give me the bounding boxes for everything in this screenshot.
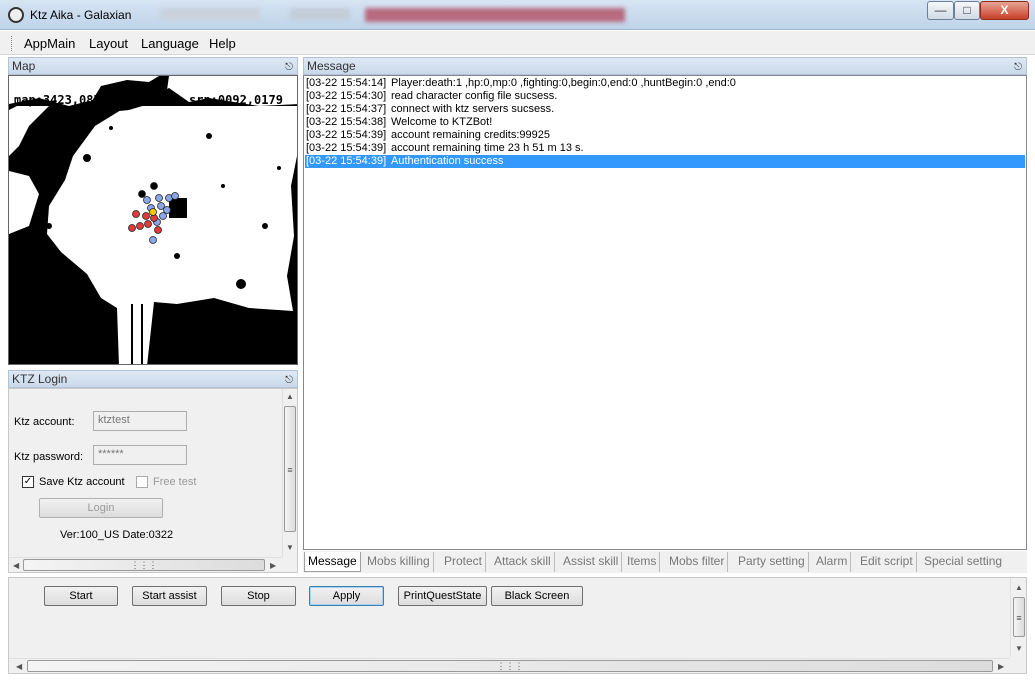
map-entity-marker — [149, 208, 157, 216]
password-label: Ktz password: — [14, 451, 84, 463]
list-item[interactable]: [03-22 15:54:14] Player:death:1 ,hp:0,mp:… — [305, 77, 1025, 90]
version-label: Ver:100_US Date:0322 — [60, 529, 174, 541]
menu-grip — [11, 36, 14, 51]
menu-language[interactable]: Language — [141, 36, 199, 51]
apply-button[interactable]: Apply — [309, 586, 384, 606]
map-entity-marker — [132, 210, 140, 218]
map-entity-marker — [154, 226, 162, 234]
bottom-horizontal-scrollbar[interactable]: ◀ ⋮⋮⋮ ▶ — [9, 658, 1010, 673]
pin-icon[interactable]: ⎋ — [1014, 60, 1022, 76]
print-quest-state-button[interactable]: PrintQuestState — [398, 586, 487, 606]
title-bar: Ktz Aika - Galaxian — □ X — [0, 0, 1035, 30]
map-entity-marker — [159, 212, 167, 220]
tab-strip: Message Mobs killing Protect Attack skil… — [303, 551, 1027, 573]
tab-protect[interactable]: Protect — [441, 552, 487, 572]
start-assist-button[interactable]: Start assist — [132, 586, 207, 606]
map-coordinate: map:3423,0879 — [14, 93, 108, 107]
login-panel: Ktz account: ktztest Ktz password: *****… — [8, 388, 298, 573]
scroll-thumb[interactable]: ≡ — [1013, 597, 1025, 637]
scroll-left-arrow-icon[interactable]: ◀ — [16, 662, 22, 671]
pin-icon[interactable]: ⎋ — [285, 373, 293, 389]
redacted-region — [160, 8, 260, 20]
start-button[interactable]: Start — [44, 586, 118, 606]
close-button[interactable]: X — [980, 1, 1029, 20]
login-horizontal-scrollbar[interactable]: ◀ ⋮⋮⋮ ▶ — [9, 557, 282, 572]
tab-party-setting[interactable]: Party setting — [735, 552, 809, 572]
login-vertical-scrollbar[interactable]: ▲ ≡ ▼ — [282, 389, 297, 557]
account-input[interactable]: ktztest — [93, 411, 187, 431]
scroll-left-arrow-icon[interactable]: ◀ — [13, 561, 19, 570]
list-item[interactable]: [03-22 15:54:39] account remaining time 2… — [305, 142, 1025, 155]
menu-appmain[interactable]: AppMain — [24, 36, 75, 51]
screen-coordinate: srn:0092,0179 — [189, 93, 283, 107]
list-item[interactable]: [03-22 15:54:37] connect with ktz servers… — [305, 103, 1025, 116]
tab-special-setting[interactable]: Special setting — [921, 552, 1005, 572]
minimap-canvas — [9, 76, 297, 364]
map-entity-marker — [144, 220, 152, 228]
map-entity-marker — [143, 196, 151, 204]
list-item[interactable]: [03-22 15:54:38] Welcome to KTZBot! — [305, 116, 1025, 129]
login-panel-header: KTZ Login ⎋ — [8, 370, 298, 388]
free-test-label: Free test — [153, 476, 197, 488]
password-input[interactable]: ****** — [93, 445, 187, 465]
scroll-thumb[interactable]: ⋮⋮⋮ — [23, 559, 265, 571]
list-item[interactable]: [03-22 15:54:30] read character config fi… — [305, 90, 1025, 103]
scroll-up-arrow-icon[interactable]: ▲ — [1015, 583, 1023, 592]
message-panel-header: Message ⎋ — [303, 57, 1027, 75]
tab-mobs-killing[interactable]: Mobs killing — [364, 552, 434, 572]
scroll-up-arrow-icon[interactable]: ▲ — [286, 392, 294, 401]
redacted-region — [365, 8, 625, 22]
login-button[interactable]: Login — [39, 498, 163, 518]
tab-attack-skill[interactable]: Attack skill — [491, 552, 555, 572]
map-entity-marker — [171, 192, 179, 200]
pin-icon[interactable]: ⎋ — [285, 60, 293, 76]
stop-button[interactable]: Stop — [221, 586, 296, 606]
map-entity-marker — [138, 190, 146, 198]
map-panel-header: Map ⎋ — [8, 57, 298, 75]
maximize-button[interactable]: □ — [954, 1, 980, 20]
map-entity-marker — [142, 212, 150, 220]
map-entity-marker — [128, 224, 136, 232]
scroll-thumb[interactable]: ≡ — [284, 406, 296, 532]
control-panel: Start Start assist Stop Apply PrintQuest… — [8, 577, 1027, 674]
bottom-vertical-scrollbar[interactable]: ▲ ≡ ▼ — [1010, 578, 1026, 657]
window-title: Ktz Aika - Galaxian — [30, 8, 132, 22]
menu-help[interactable]: Help — [209, 36, 236, 51]
app-icon — [8, 7, 24, 23]
scroll-down-arrow-icon[interactable]: ▼ — [286, 543, 294, 552]
black-screen-button[interactable]: Black Screen — [491, 586, 583, 606]
scroll-right-arrow-icon[interactable]: ▶ — [270, 561, 276, 570]
message-list[interactable]: [03-22 15:54:14] Player:death:1 ,hp:0,mp:… — [303, 75, 1027, 550]
map-panel-title: Map — [12, 59, 36, 73]
map-entity-marker — [149, 236, 157, 244]
redacted-region — [290, 8, 350, 20]
menu-bar: AppMain Layout Language Help — [0, 31, 1035, 55]
list-item[interactable]: [03-22 15:54:39] Authentication success — [305, 155, 1025, 168]
save-account-label: Save Ktz account — [39, 476, 125, 488]
scroll-right-arrow-icon[interactable]: ▶ — [998, 662, 1004, 671]
menu-layout[interactable]: Layout — [89, 36, 128, 51]
scroll-down-arrow-icon[interactable]: ▼ — [1015, 644, 1023, 653]
minimap[interactable] — [8, 75, 298, 365]
scroll-thumb[interactable]: ⋮⋮⋮ — [27, 660, 993, 672]
message-panel-title: Message — [307, 59, 356, 73]
save-account-checkbox[interactable]: ✓ — [22, 476, 34, 488]
tab-mobs-filter[interactable]: Mobs filter — [666, 552, 729, 572]
minimize-button[interactable]: — — [927, 1, 954, 20]
account-label: Ktz account: — [14, 416, 75, 428]
free-test-checkbox[interactable] — [136, 476, 148, 488]
tab-message[interactable]: Message — [304, 552, 361, 572]
login-panel-title: KTZ Login — [12, 372, 68, 386]
map-entity-marker — [136, 222, 144, 230]
tab-alarm[interactable]: Alarm — [813, 552, 852, 572]
map-entity-marker — [150, 182, 158, 190]
tab-items[interactable]: Items — [624, 552, 661, 572]
tab-assist-skill[interactable]: Assist skill — [560, 552, 623, 572]
list-item[interactable]: [03-22 15:54:39] account remaining credit… — [305, 129, 1025, 142]
tab-edit-script[interactable]: Edit script — [857, 552, 917, 572]
map-entity-marker — [155, 194, 163, 202]
